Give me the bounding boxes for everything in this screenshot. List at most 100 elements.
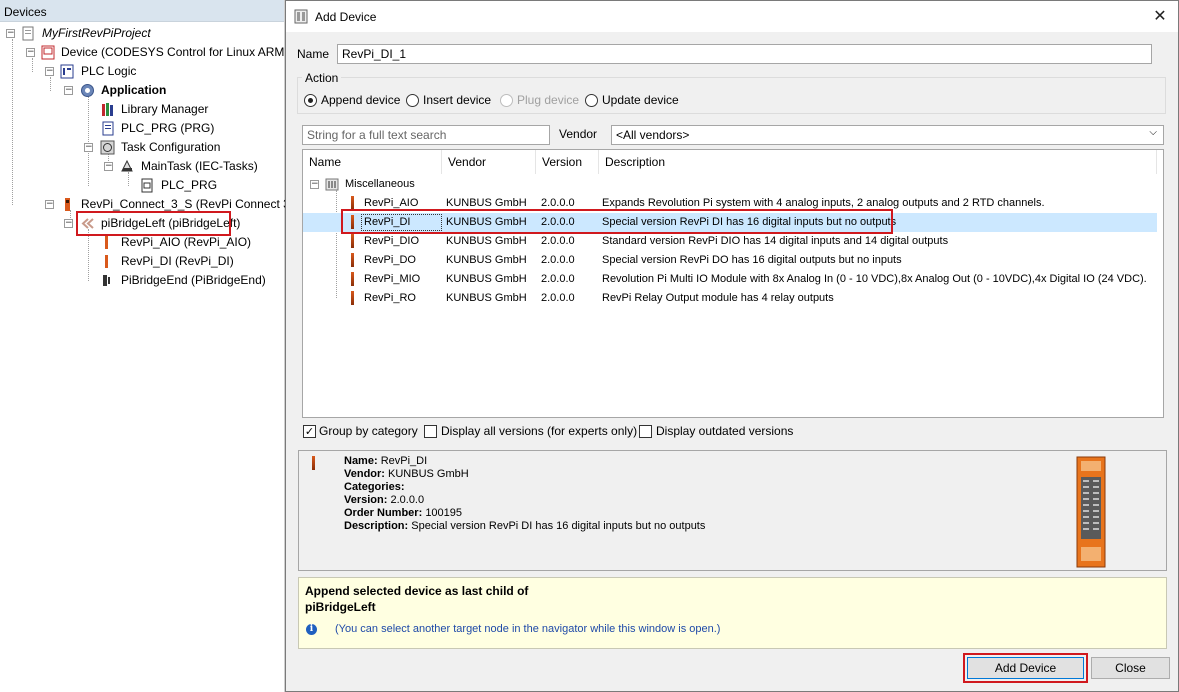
- info-key: Description:: [344, 520, 409, 532]
- tree-label: PLC Logic: [81, 64, 137, 78]
- task-config-icon: [100, 140, 115, 155]
- tree-item-application[interactable]: − Application: [0, 81, 284, 100]
- hint-line-2: piBridgeLeft: [305, 600, 376, 614]
- plc-logic-icon: [60, 64, 74, 79]
- close-icon[interactable]: ✕: [1150, 6, 1170, 26]
- tree-item-device[interactable]: − Device (CODESYS Control for Linux ARM …: [0, 43, 306, 62]
- info-value: 100195: [425, 507, 463, 519]
- devices-panel-title: Devices: [0, 0, 284, 22]
- plc-device-icon: [41, 45, 55, 60]
- device-description: Standard version RevPi DIO has 14 digita…: [602, 235, 949, 247]
- display-outdated-versions-checkbox[interactable]: [639, 425, 652, 438]
- info-value: RevPi_DI: [380, 455, 428, 467]
- tree-item-task-configuration[interactable]: − Task Configuration: [0, 138, 284, 157]
- tree-item-plc-prg[interactable]: PLC_PRG (PRG): [0, 119, 284, 138]
- column-header-vendor[interactable]: Vendor: [442, 150, 536, 174]
- device-name: RevPi_DO: [364, 254, 416, 266]
- tree-item-revpi-aio[interactable]: RevPi_AIO (RevPi_AIO): [0, 233, 284, 252]
- close-button[interactable]: Close: [1091, 657, 1170, 679]
- insert-device-radio[interactable]: [406, 94, 419, 107]
- append-hint-panel: Append selected device as last child of …: [298, 577, 1167, 649]
- vendor-selected-value: <All vendors>: [616, 128, 690, 142]
- tree-label: Library Manager: [121, 102, 209, 116]
- device-version: 2.0.0.0: [541, 292, 575, 304]
- program-call-icon: [140, 178, 154, 193]
- device-vendor: KUNBUS GmbH: [446, 235, 527, 247]
- append-device-label[interactable]: Append device: [321, 93, 400, 107]
- group-row-miscellaneous[interactable]: − Miscellaneous: [303, 175, 1157, 194]
- device-info-panel: Name: RevPi_DI Vendor: KUNBUS GmbH Categ…: [298, 450, 1167, 571]
- info-key: Vendor:: [344, 468, 385, 480]
- device-version: 2.0.0.0: [541, 273, 575, 285]
- device-version: 2.0.0.0: [541, 254, 575, 266]
- revpi-module-icon: [104, 254, 118, 269]
- tree-label: Task Configuration: [121, 140, 221, 154]
- device-row[interactable]: RevPi_DIO KUNBUS GmbH 2.0.0.0 Standard v…: [303, 232, 1157, 251]
- vendor-label: Vendor: [559, 127, 598, 141]
- tree-label: Application: [101, 83, 167, 97]
- device-description: RevPi Relay Output module has 4 relay ou…: [602, 292, 834, 304]
- device-row[interactable]: RevPi_RO KUNBUS GmbH 2.0.0.0 RevPi Relay…: [303, 289, 1157, 308]
- info-value: Special version RevPi DI has 16 digital …: [411, 520, 706, 532]
- insert-device-label[interactable]: Insert device: [423, 93, 491, 107]
- tree-item-plc-logic[interactable]: − PLC Logic: [0, 62, 284, 81]
- group-by-category-label[interactable]: Group by category: [319, 424, 418, 438]
- group-by-category-checkbox[interactable]: ✓: [303, 425, 316, 438]
- group-label: Miscellaneous: [345, 178, 415, 190]
- tree-label: Device (CODESYS Control for Linux ARM SL…: [61, 45, 307, 59]
- revpi-connect-icon: [64, 197, 78, 212]
- name-field[interactable]: RevPi_DI_1: [337, 44, 1152, 64]
- tree-label: RevPi_DI (RevPi_DI): [121, 254, 234, 268]
- tree-label: MainTask (IEC-Tasks): [141, 159, 258, 173]
- info-value: 2.0.0.0: [390, 494, 425, 506]
- update-device-label[interactable]: Update device: [602, 93, 679, 107]
- info-icon: i: [306, 624, 317, 635]
- tree-item-pibridgeend[interactable]: PiBridgeEnd (PiBridgeEnd): [0, 271, 284, 290]
- revpi-module-icon: [351, 253, 354, 267]
- hint-line-1: Append selected device as last child of: [305, 584, 529, 598]
- library-books-icon: [101, 102, 115, 117]
- device-row[interactable]: RevPi_DO KUNBUS GmbH 2.0.0.0 Special ver…: [303, 251, 1157, 270]
- device-vendor: KUNBUS GmbH: [446, 254, 527, 266]
- column-header-description[interactable]: Description: [599, 150, 1157, 174]
- device-row[interactable]: RevPi_MIO KUNBUS GmbH 2.0.0.0 Revolution…: [303, 270, 1157, 289]
- device-description: Revolution Pi Multi IO Module with 8x An…: [602, 273, 1147, 285]
- revpi-module-icon: [351, 272, 354, 286]
- column-header-version[interactable]: Version: [536, 150, 599, 174]
- column-header-name[interactable]: Name: [303, 150, 442, 174]
- revpi-module-icon: [351, 291, 354, 305]
- revpi-module-icon: [104, 235, 118, 250]
- tree-label: PLC_PRG (PRG): [121, 121, 215, 135]
- device-list: Name Vendor Version Description − Miscel…: [302, 149, 1164, 418]
- info-key: Categories:: [344, 481, 405, 493]
- application-gear-icon: [80, 83, 94, 98]
- dialog-title: Add Device: [315, 10, 377, 24]
- display-outdated-versions-label[interactable]: Display outdated versions: [656, 424, 793, 438]
- action-label: Action: [302, 71, 342, 85]
- program-icon: [101, 121, 115, 136]
- dialog-titlebar: Add Device ✕: [286, 1, 1178, 32]
- display-all-versions-label[interactable]: Display all versions (for experts only): [441, 424, 637, 438]
- full-text-search-input[interactable]: String for a full text search: [302, 125, 550, 145]
- pibridge-end-icon: [100, 273, 114, 288]
- revpi-module-icon: [351, 196, 354, 210]
- tree-item-maintask[interactable]: − MainTask (IEC-Tasks): [0, 157, 284, 176]
- vendor-dropdown[interactable]: <All vendors> ⌵: [611, 125, 1164, 145]
- project-icon: [21, 26, 35, 41]
- device-name: RevPi_RO: [364, 292, 416, 304]
- tree-label: MyFirstRevPiProject: [42, 26, 151, 40]
- update-device-radio[interactable]: [585, 94, 598, 107]
- tree-label: RevPi_AIO (RevPi_AIO): [121, 235, 252, 249]
- tree-item-plc-prg-call[interactable]: PLC_PRG: [0, 176, 284, 195]
- append-device-radio[interactable]: [304, 94, 317, 107]
- hint-note: (You can select another target node in t…: [335, 623, 721, 635]
- name-label: Name: [297, 47, 330, 61]
- info-key: Order Number:: [344, 507, 423, 519]
- tree-item-revpi-di[interactable]: RevPi_DI (RevPi_DI): [0, 252, 284, 271]
- display-all-versions-checkbox[interactable]: [424, 425, 437, 438]
- tree-label: PiBridgeEnd (PiBridgeEnd): [121, 273, 266, 287]
- tree-item-project[interactable]: − MyFirstRevPiProject: [0, 24, 284, 43]
- task-icon: [120, 159, 134, 174]
- device-name: RevPi_MIO: [364, 273, 421, 285]
- tree-item-library-manager[interactable]: Library Manager: [0, 100, 284, 119]
